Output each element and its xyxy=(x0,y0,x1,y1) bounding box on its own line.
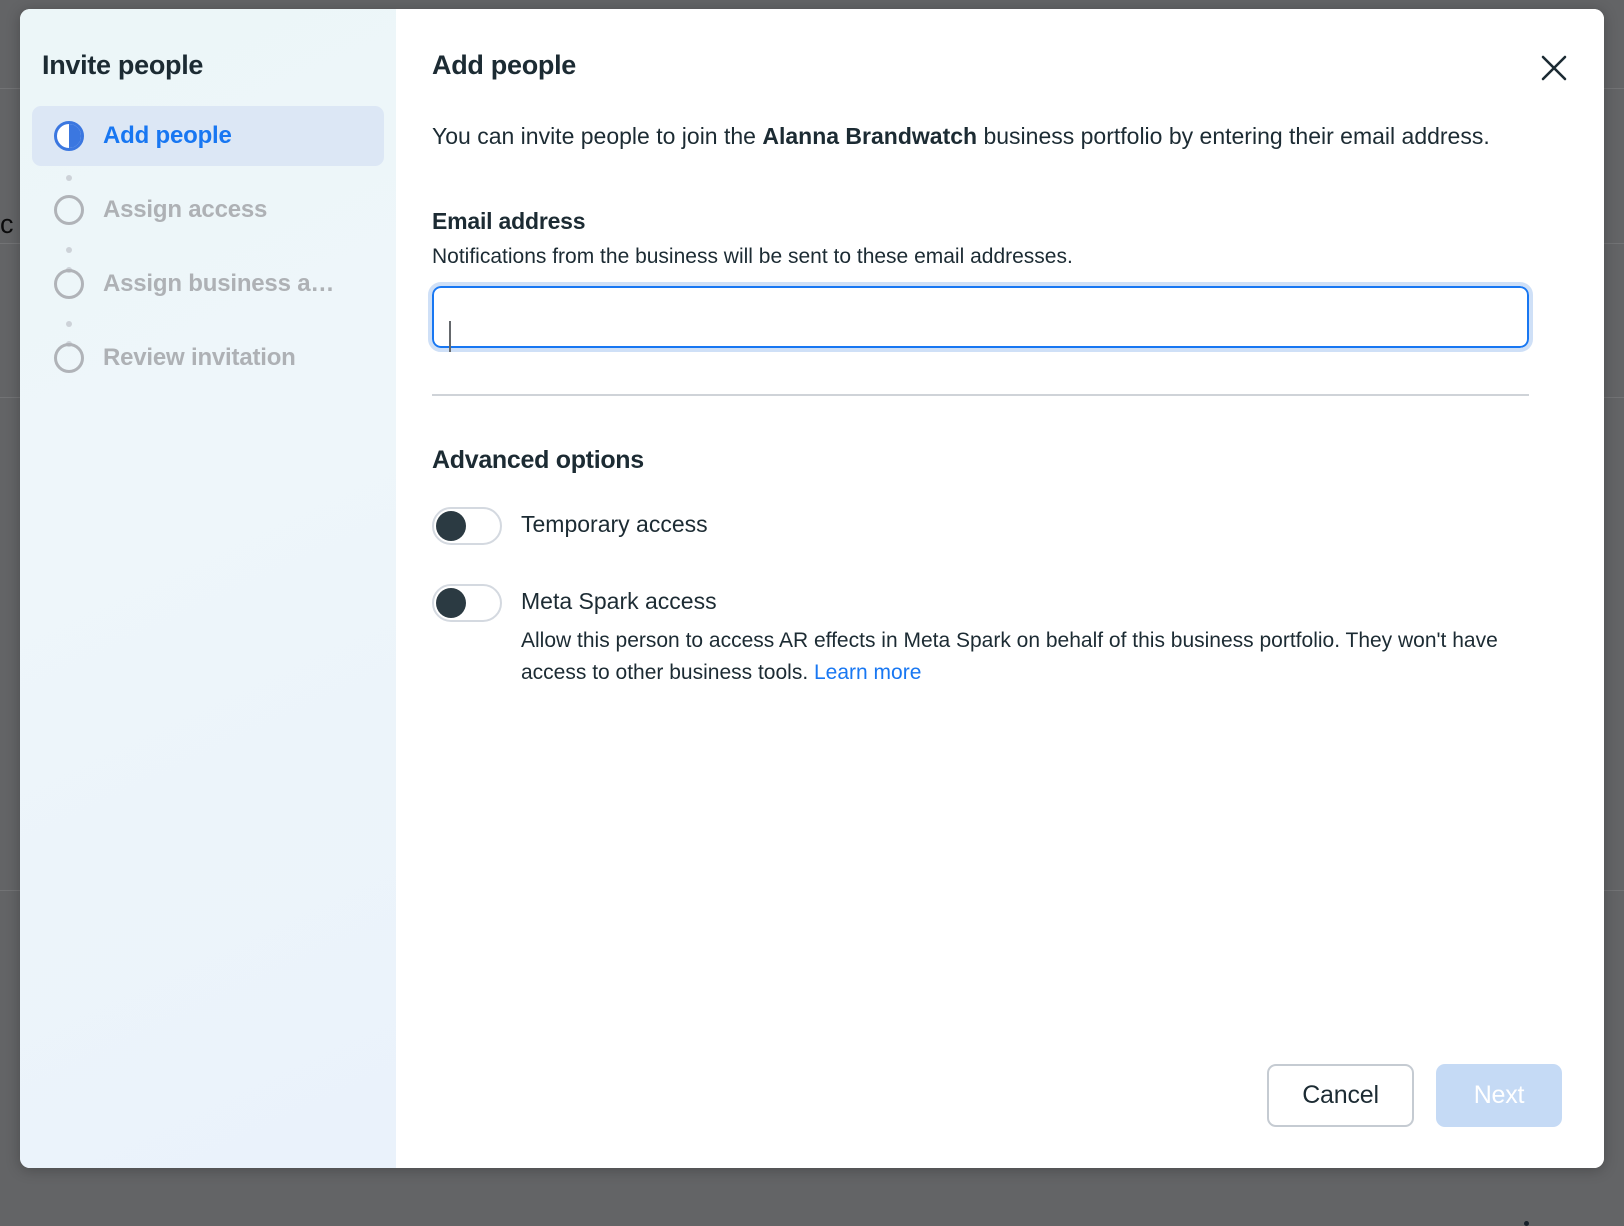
learn-more-link[interactable]: Learn more xyxy=(814,661,921,684)
email-input[interactable] xyxy=(428,282,1533,352)
sidebar-step-review-invitation[interactable]: Review invitation xyxy=(32,328,384,388)
sidebar-title: Invite people xyxy=(42,50,204,80)
email-field-help: Notifications from the business will be … xyxy=(432,245,1073,268)
sidebar-step-label: Assign access xyxy=(103,196,268,223)
intro-text-after: business portfolio by entering their ema… xyxy=(977,123,1490,149)
step-list: Add people Assign access Assign business… xyxy=(20,106,396,388)
toggle-knob-icon xyxy=(436,511,466,541)
description-text: Allow this person to access AR effects i… xyxy=(521,629,1498,684)
cancel-button[interactable]: Cancel xyxy=(1267,1064,1414,1127)
invite-people-dialog: Invite people Add people Assign access A… xyxy=(20,9,1604,1168)
backdrop-text-fragment: c xyxy=(0,209,14,239)
next-button[interactable]: Next xyxy=(1436,1064,1562,1127)
empty-circle-icon xyxy=(54,195,84,225)
meta-spark-access-label: Meta Spark access xyxy=(521,588,717,614)
temporary-access-toggle[interactable] xyxy=(432,507,502,545)
dialog-footer: Cancel Next xyxy=(1267,1064,1562,1127)
empty-circle-icon xyxy=(54,269,84,299)
option-body: Temporary access xyxy=(521,507,708,539)
meta-spark-access-description: Allow this person to access AR effects i… xyxy=(521,625,1531,689)
email-field-label: Email address xyxy=(432,208,586,234)
sidebar-step-assign-business-assets[interactable]: Assign business a… xyxy=(32,254,384,314)
dialog-sidebar: Invite people Add people Assign access A… xyxy=(20,9,396,1168)
dialog-content: Add people You can invite people to join… xyxy=(396,9,1604,1168)
sidebar-step-label: Assign business a… xyxy=(103,270,335,297)
close-icon xyxy=(1541,55,1567,81)
advanced-options-title: Advanced options xyxy=(432,446,644,474)
toggle-knob-icon xyxy=(436,588,466,618)
empty-circle-icon xyxy=(54,343,84,373)
meta-spark-access-toggle[interactable] xyxy=(432,584,502,622)
sidebar-step-add-people[interactable]: Add people xyxy=(32,106,384,166)
text-caret xyxy=(449,321,451,352)
sidebar-step-assign-access[interactable]: Assign access xyxy=(32,180,384,240)
section-divider xyxy=(432,394,1529,396)
option-body: Meta Spark access Allow this person to a… xyxy=(521,584,1531,689)
sidebar-step-label: Add people xyxy=(103,122,232,149)
temporary-access-label: Temporary access xyxy=(521,511,708,537)
close-button[interactable] xyxy=(1532,46,1576,90)
page-title: Add people xyxy=(432,50,576,80)
intro-text-before: You can invite people to join the xyxy=(432,123,763,149)
half-filled-circle-icon xyxy=(54,121,84,151)
option-row-temporary-access: Temporary access xyxy=(432,507,1562,545)
sidebar-step-label: Review invitation xyxy=(103,344,296,371)
option-row-meta-spark-access: Meta Spark access Allow this person to a… xyxy=(432,584,1562,689)
backdrop-dot xyxy=(1524,1221,1529,1226)
intro-text: You can invite people to join the Alanna… xyxy=(432,117,1492,155)
portfolio-name: Alanna Brandwatch xyxy=(762,123,978,149)
